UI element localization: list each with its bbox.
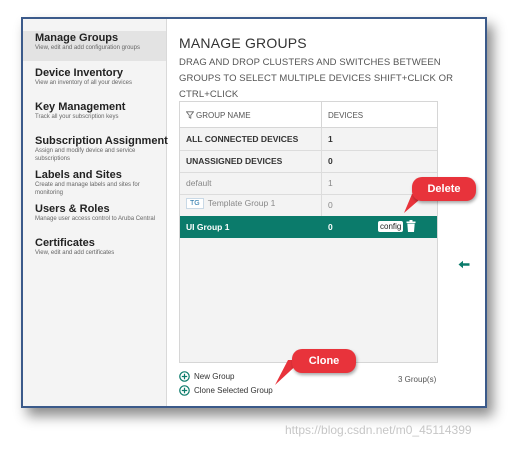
template-group-badge: TG [186,198,204,209]
column-divider [321,102,322,127]
sidebar-item-title: Certificates [35,237,95,249]
clone-group-button[interactable]: Clone Selected Group [179,385,273,396]
device-count: 0 [328,200,333,210]
new-group-label: New Group [194,372,235,381]
sidebar-item-desc: Assign and modify device and service sub… [35,148,136,162]
table-row[interactable]: default 1 [180,172,437,195]
clone-callout: Clone [292,349,356,373]
sidebar-item-certificates[interactable]: Certificates View, edit and add certific… [23,237,166,258]
sidebar-item-title: Subscription Assignment [35,135,168,147]
group-name-cell: TG Template Group 1 [186,198,275,209]
trash-icon[interactable] [406,220,416,232]
sidebar-item-title: Labels and Sites [35,169,122,181]
sidebar-item-device-inventory[interactable]: Device Inventory View an inventory of al… [23,67,166,88]
sidebar-item-title: Device Inventory [35,67,124,79]
sidebar-item-desc: Track all your subscription keys [35,114,119,120]
sidebar-item-desc: Create and manage labels and sites for m… [35,182,140,196]
group-name: UNASSIGNED DEVICES [186,156,283,166]
device-count: 1 [328,178,333,188]
sidebar-item-desc: View an inventory of all your devices [35,80,132,86]
watermark: https://blog.csdn.net/m0_45114399 [285,423,472,437]
column-header-label: GROUP NAME [196,111,251,120]
group-name: UI Group 1 [186,222,230,232]
table-row[interactable]: ALL CONNECTED DEVICES 1 [180,128,437,151]
plus-circle-icon [179,385,190,396]
sidebar-item-title: Users & Roles [35,203,110,215]
sidebar-item-labels-sites[interactable]: Labels and Sites Create and manage label… [23,169,166,197]
back-arrow-icon[interactable] [458,260,470,269]
sidebar-item-subscription-assignment[interactable]: Subscription Assignment Assign and modif… [23,135,168,163]
sidebar-item-desc: View, edit and add certificates [35,250,115,256]
sidebar-item-users-roles[interactable]: Users & Roles Manage user access control… [23,203,166,224]
clone-group-label: Clone Selected Group [194,386,273,395]
filter-icon[interactable] [185,111,195,119]
sidebar-item-title: Manage Groups [35,32,119,44]
group-count: 3 Group(s) [398,375,437,384]
delete-callout: Delete [412,177,476,201]
column-divider [321,128,322,150]
sidebar: Manage Groups View, edit and add configu… [23,19,168,406]
device-count: 1 [328,134,333,144]
column-divider [321,150,322,172]
column-header-group-name[interactable]: GROUP NAME [185,111,251,120]
table-row-selected[interactable]: UI Group 1 0 config [180,216,437,238]
instructions-text: DRAG AND DROP CLUSTERS AND SWITCHES BETW… [179,57,454,100]
group-name: default [186,178,212,188]
new-group-button[interactable]: New Group [179,371,234,382]
table-row[interactable]: UNASSIGNED DEVICES 0 [180,150,437,173]
device-count: 0 [328,156,333,166]
sidebar-item-desc: View, edit and add configuration groups [35,45,140,51]
page-title: MANAGE GROUPS [179,35,307,51]
group-name: Template Group 1 [207,198,276,208]
column-divider [321,194,322,216]
sidebar-item-title: Key Management [35,101,126,113]
groups-table: GROUP NAME DEVICES ALL CONNECTED DEVICES… [179,101,438,363]
plus-circle-icon [179,371,190,382]
sidebar-item-key-management[interactable]: Key Management Track all your subscripti… [23,101,166,122]
main-panel: MANAGE GROUPS DRAG AND DROP CLUSTERS AND… [166,19,485,406]
column-header-devices[interactable]: DEVICES [328,111,363,120]
table-row[interactable]: TG Template Group 1 0 [180,194,437,217]
sidebar-item-desc: Manage user access control to Aruba Cent… [35,216,156,222]
column-divider [321,172,322,194]
sidebar-item-manage-groups[interactable]: Manage Groups View, edit and add configu… [23,31,166,61]
device-count: 0 [328,222,333,232]
config-button[interactable]: config [378,221,404,232]
table-header: GROUP NAME DEVICES [180,102,437,128]
group-name: ALL CONNECTED DEVICES [186,134,299,144]
